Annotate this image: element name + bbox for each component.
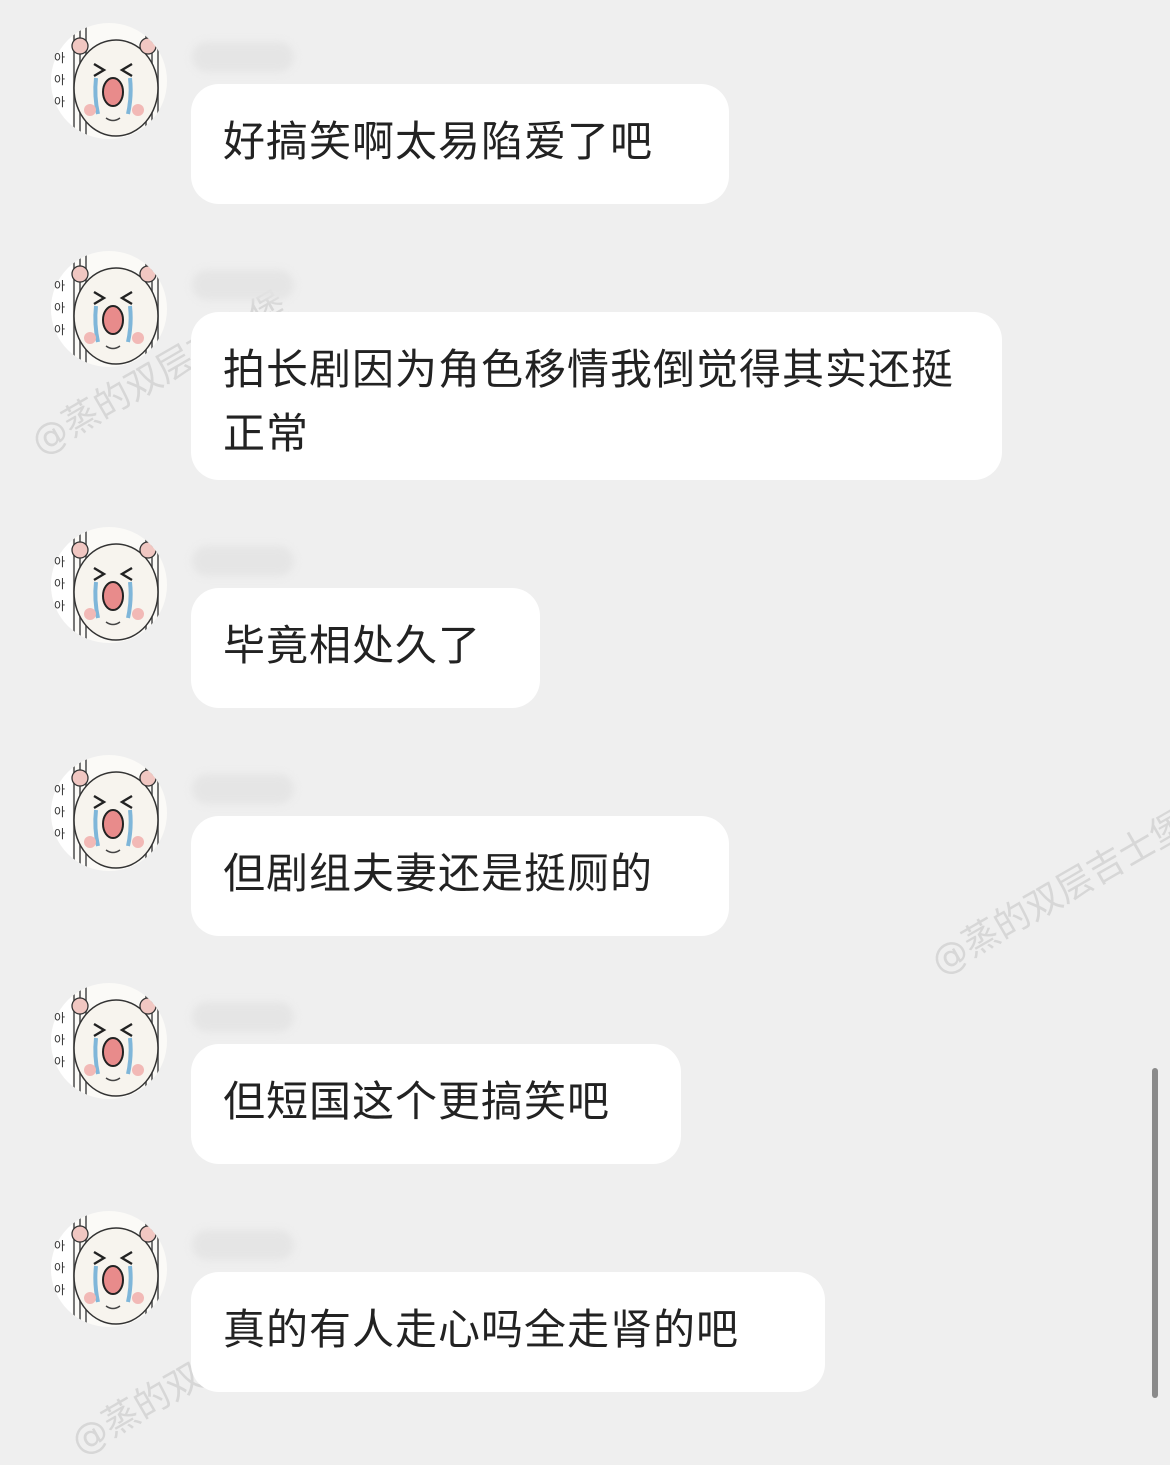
svg-text:아: 아 <box>54 95 65 109</box>
sender-name <box>192 42 294 72</box>
message-text: 拍长剧因为角色移情我倒觉得其实还挺正常 <box>223 345 955 458</box>
avatar[interactable]: 아아아 <box>50 22 168 140</box>
svg-text:아: 아 <box>54 1239 65 1253</box>
crying-bear-icon: 아아아 <box>51 251 167 367</box>
sender-name <box>192 546 294 576</box>
watermark: @蒸的双层吉士堡 <box>924 803 1170 984</box>
avatar[interactable]: 아아아 <box>50 250 168 368</box>
svg-text:아: 아 <box>54 51 65 65</box>
svg-text:아: 아 <box>54 1283 65 1297</box>
avatar[interactable]: 아아아 <box>50 526 168 644</box>
message-bubble[interactable]: 但剧组夫妻还是挺厕的 <box>191 816 729 936</box>
message-text: 但剧组夫妻还是挺厕的 <box>223 849 654 898</box>
avatar[interactable]: 아아아 <box>50 754 168 872</box>
svg-text:아: 아 <box>54 599 65 613</box>
sender-name <box>192 1230 294 1260</box>
svg-text:아: 아 <box>54 323 65 337</box>
sender-name <box>192 774 294 804</box>
svg-text:아: 아 <box>54 301 65 315</box>
crying-bear-icon: 아아아 <box>51 983 167 1099</box>
svg-text:아: 아 <box>54 279 65 293</box>
crying-bear-icon: 아아아 <box>51 23 167 139</box>
svg-text:아: 아 <box>54 1011 65 1025</box>
crying-bear-icon: 아아아 <box>51 755 167 871</box>
svg-text:아: 아 <box>54 577 65 591</box>
message-bubble[interactable]: 毕竟相处久了 <box>191 588 540 708</box>
scrollbar[interactable] <box>1152 1068 1158 1398</box>
sender-name <box>192 270 294 300</box>
crying-bear-icon: 아아아 <box>51 527 167 643</box>
svg-text:아: 아 <box>54 805 65 819</box>
message-bubble[interactable]: 好搞笑啊太易陷爱了吧 <box>191 84 729 204</box>
message-bubble[interactable]: 真的有人走心吗全走肾的吧 <box>191 1272 825 1392</box>
message-text: 好搞笑啊太易陷爱了吧 <box>223 117 654 166</box>
avatar[interactable]: 아아아 <box>50 982 168 1100</box>
message-text: 真的有人走心吗全走肾的吧 <box>223 1305 740 1354</box>
message-bubble[interactable]: 拍长剧因为角色移情我倒觉得其实还挺正常 <box>191 312 1002 480</box>
message-bubble[interactable]: 但短国这个更搞笑吧 <box>191 1044 681 1164</box>
svg-text:아: 아 <box>54 555 65 569</box>
message-text: 毕竟相处久了 <box>223 621 482 670</box>
avatar[interactable]: 아아아 <box>50 1210 168 1328</box>
crying-bear-icon: 아아아 <box>51 1211 167 1327</box>
svg-text:아: 아 <box>54 1033 65 1047</box>
svg-text:아: 아 <box>54 1055 65 1069</box>
sender-name <box>192 1002 294 1032</box>
svg-text:아: 아 <box>54 73 65 87</box>
message-text: 但短国这个更搞笑吧 <box>223 1077 611 1126</box>
svg-text:아: 아 <box>54 783 65 797</box>
svg-text:아: 아 <box>54 827 65 841</box>
svg-text:아: 아 <box>54 1261 65 1275</box>
